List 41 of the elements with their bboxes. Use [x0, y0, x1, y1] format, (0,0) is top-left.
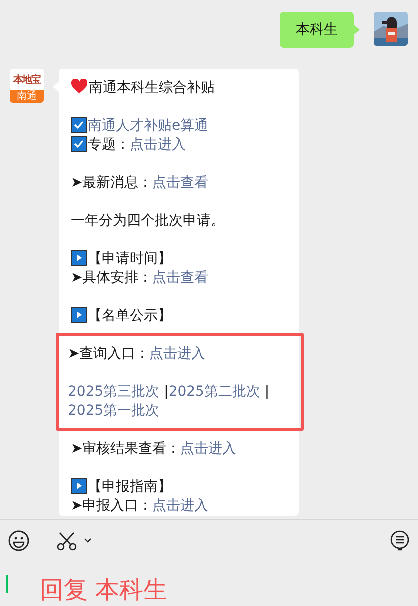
link[interactable]: 2025第三批次 [68, 384, 160, 400]
scissors-icon[interactable] [56, 530, 78, 552]
checkbox-icon [71, 136, 87, 152]
link[interactable]: 点击查看 [152, 270, 209, 286]
link[interactable]: 点击进入 [130, 137, 186, 153]
avatar[interactable] [374, 12, 408, 46]
message-text: | [163, 384, 169, 400]
reply-text: 回复 本科生 [40, 575, 168, 606]
message-bubble: 本科生 [280, 12, 354, 48]
link[interactable]: 点击查看 [152, 175, 209, 191]
logo-text: 本地宝 [12, 73, 42, 88]
play-icon [71, 250, 87, 266]
bubble-tail-icon [354, 25, 360, 35]
heart-icon [71, 79, 88, 94]
message-text: 【名单公示】 [88, 308, 172, 324]
text-cursor [6, 575, 8, 593]
message-text: | [264, 384, 270, 400]
link[interactable]: 南通人才补贴e算通 [88, 118, 209, 134]
message-text: ➤最新消息： [71, 175, 153, 191]
link[interactable]: 点击进入 [180, 441, 237, 457]
avatar[interactable]: 本地宝 南通 [10, 69, 44, 103]
play-icon [71, 478, 87, 494]
link[interactable]: 点击进入 [152, 498, 209, 514]
message-text: ➤具体安排： [71, 270, 153, 286]
message-text: 南通本科生综合补贴 [89, 80, 215, 96]
message-text: 一年分为四个批次申请。 [71, 213, 225, 229]
checkbox-icon [71, 117, 87, 133]
message-text: ➤审核结果查看： [71, 441, 181, 457]
logo-text: 南通 [10, 90, 44, 103]
link[interactable]: 2025第二批次 [168, 384, 260, 400]
link[interactable]: 点击进入 [150, 346, 206, 362]
message-text: 【申请时间】 [88, 251, 172, 267]
message-text: ➤查询入口： [68, 346, 150, 362]
chevron-down-icon[interactable] [84, 538, 92, 544]
message-text: ➤申报入口： [71, 498, 153, 514]
message-text: 专题： [88, 137, 130, 153]
play-icon [71, 307, 87, 323]
link[interactable]: 2025第一批次 [68, 403, 160, 419]
chat-history-icon[interactable] [390, 530, 410, 552]
message-text: 【申报指南】 [88, 479, 172, 495]
emoji-icon[interactable] [8, 530, 30, 552]
